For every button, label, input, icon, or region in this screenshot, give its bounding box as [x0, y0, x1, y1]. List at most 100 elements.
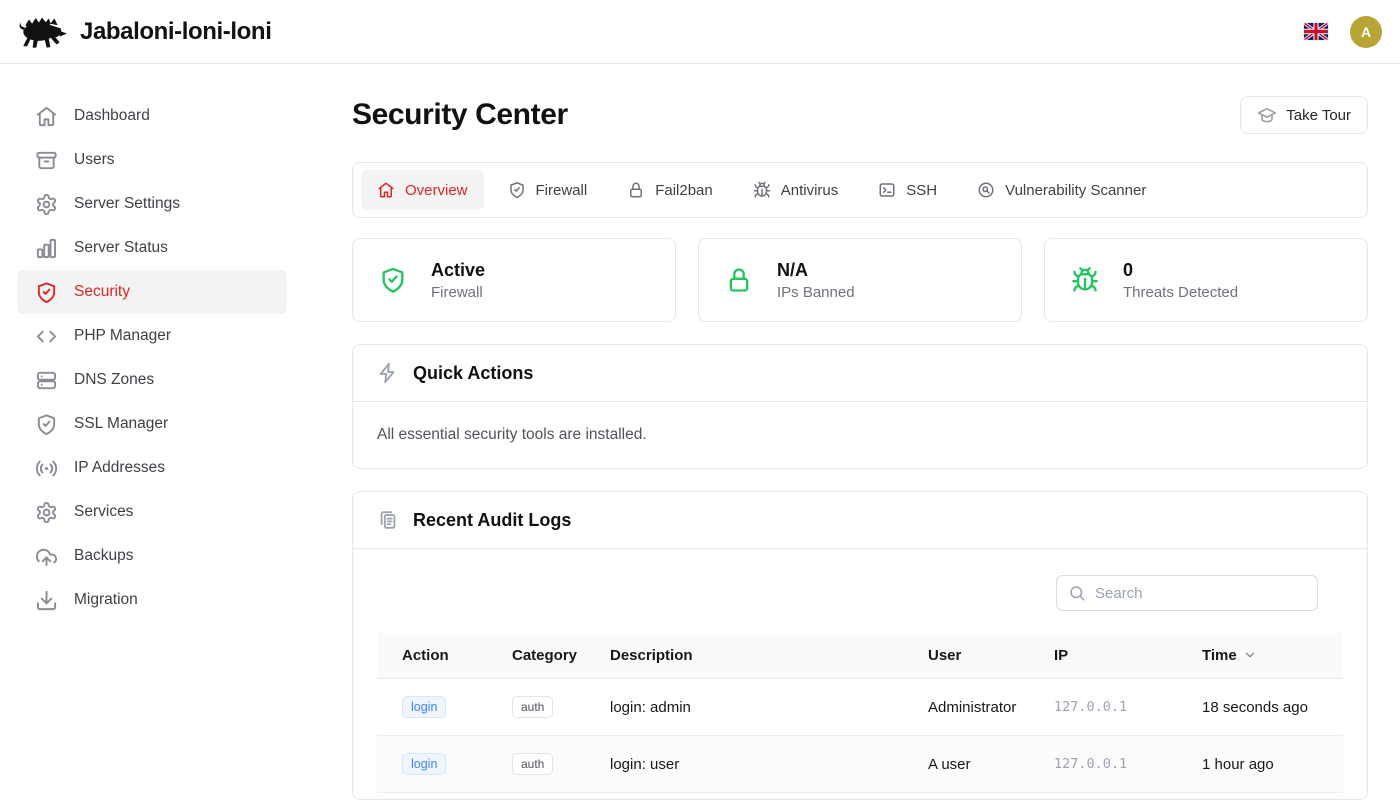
chevron-down-icon	[1243, 648, 1257, 662]
stat-label: Threats Detected	[1123, 284, 1238, 301]
bug-icon	[1071, 266, 1099, 294]
tab-fail2ban[interactable]: Fail2ban	[611, 170, 729, 210]
stat-value: N/A	[777, 260, 855, 281]
lock-icon	[725, 266, 753, 294]
sidebar-item-label: Services	[74, 503, 133, 521]
log-time: 1 hour ago	[1190, 736, 1343, 793]
shield-check-icon	[508, 181, 526, 199]
sidebar-item-services[interactable]: Services	[17, 490, 287, 534]
category-badge: auth	[512, 696, 553, 718]
table-row: login auth login: user A user 127.0.0.1 …	[377, 736, 1343, 793]
action-badge: login	[402, 753, 446, 775]
lock-icon	[627, 181, 645, 199]
brand[interactable]: Jabaloni-loni-loni	[16, 12, 271, 52]
sidebar-item-label: SSL Manager	[74, 415, 168, 433]
tab-firewall[interactable]: Firewall	[492, 170, 604, 210]
column-ip: IP	[1042, 633, 1190, 679]
take-tour-button[interactable]: Take Tour	[1240, 96, 1368, 134]
sidebar-item-php-manager[interactable]: PHP Manager	[17, 314, 287, 358]
user-avatar[interactable]: A	[1350, 16, 1382, 48]
sidebar-item-dns-zones[interactable]: DNS Zones	[17, 358, 287, 402]
column-category: Category	[500, 633, 598, 679]
sidebar-item-users[interactable]: Users	[17, 138, 287, 182]
tab-label: Antivirus	[781, 182, 839, 199]
audit-search-input[interactable]	[1056, 575, 1318, 611]
sidebar-item-label: IP Addresses	[74, 459, 165, 477]
sidebar-item-security[interactable]: Security	[17, 270, 287, 314]
sidebar-item-label: Users	[74, 151, 114, 169]
app-title: Jabaloni-loni-loni	[80, 18, 271, 46]
quick-actions-panel: Quick Actions All essential security too…	[352, 344, 1368, 469]
column-user: User	[916, 633, 1042, 679]
stat-label: IPs Banned	[777, 284, 855, 301]
tab-antivirus[interactable]: Antivirus	[737, 170, 855, 210]
table-header-row: Action Category Description User IP Time	[377, 633, 1343, 679]
bug-icon	[753, 181, 771, 199]
sidebar-item-label: Dashboard	[74, 107, 150, 125]
home-icon	[377, 181, 395, 199]
boar-logo-icon	[16, 12, 68, 52]
shield-check-icon	[35, 281, 58, 304]
zap-icon	[377, 362, 399, 384]
page-title: Security Center	[352, 98, 568, 132]
sidebar-item-label: Server Status	[74, 239, 168, 257]
cloud-upload-icon	[35, 545, 58, 568]
sidebar-item-server-status[interactable]: Server Status	[17, 226, 287, 270]
stat-cards: Active Firewall N/A IPs Banned 0 Threats…	[352, 238, 1368, 322]
sidebar-item-dashboard[interactable]: Dashboard	[17, 94, 287, 138]
tab-vulnerability-scanner[interactable]: Vulnerability Scanner	[961, 170, 1162, 210]
main-content: Security Center Take Tour Overview Firew…	[304, 64, 1400, 800]
log-user: Administrator	[916, 679, 1042, 736]
server-icon	[35, 369, 58, 392]
quick-actions-message: All essential security tools are install…	[353, 402, 1367, 468]
stat-label: Firewall	[431, 284, 485, 301]
tab-ssh[interactable]: SSH	[862, 170, 953, 210]
code-icon	[35, 325, 58, 348]
gear-icon	[35, 193, 58, 216]
tab-label: Fail2ban	[655, 182, 713, 199]
table-row: login auth login: admin Administrator 12…	[377, 679, 1343, 736]
log-description: login: user	[598, 736, 916, 793]
tab-overview[interactable]: Overview	[361, 170, 484, 210]
sidebar: Dashboard Users Server Settings Server S…	[0, 64, 304, 800]
sidebar-item-label: Security	[74, 283, 130, 301]
sidebar-item-label: Backups	[74, 547, 133, 565]
stat-card-firewall: Active Firewall	[352, 238, 676, 322]
stat-value: Active	[431, 260, 485, 281]
audit-logs-panel: Recent Audit Logs Action Category	[352, 491, 1368, 800]
archive-icon	[35, 149, 58, 172]
sidebar-item-ssl-manager[interactable]: SSL Manager	[17, 402, 287, 446]
tab-label: Overview	[405, 182, 468, 199]
log-user: A user	[916, 736, 1042, 793]
tab-label: Vulnerability Scanner	[1005, 182, 1146, 199]
terminal-icon	[878, 181, 896, 199]
bar-chart-icon	[35, 237, 58, 260]
search-circle-icon	[977, 181, 995, 199]
sidebar-item-label: Server Settings	[74, 195, 180, 213]
column-time-label: Time	[1202, 647, 1237, 664]
log-time: 18 seconds ago	[1190, 679, 1343, 736]
sidebar-item-ip-addresses[interactable]: IP Addresses	[17, 446, 287, 490]
stat-card-ips-banned: N/A IPs Banned	[698, 238, 1022, 322]
search-icon	[1068, 584, 1086, 602]
tab-label: SSH	[906, 182, 937, 199]
action-badge: login	[402, 696, 446, 718]
sidebar-item-label: Migration	[74, 591, 138, 609]
language-flag-icon[interactable]	[1304, 23, 1328, 40]
shield-check-icon	[379, 266, 407, 294]
sidebar-item-server-settings[interactable]: Server Settings	[17, 182, 287, 226]
sidebar-item-migration[interactable]: Migration	[17, 578, 287, 622]
category-badge: auth	[512, 753, 553, 775]
download-icon	[35, 589, 58, 612]
stat-value: 0	[1123, 260, 1238, 281]
sidebar-item-backups[interactable]: Backups	[17, 534, 287, 578]
log-description: login: admin	[598, 679, 916, 736]
take-tour-label: Take Tour	[1286, 107, 1351, 124]
audit-logs-table: Action Category Description User IP Time…	[377, 633, 1343, 799]
column-action: Action	[377, 633, 500, 679]
sidebar-item-label: DNS Zones	[74, 371, 154, 389]
column-time-sort[interactable]: Time	[1190, 633, 1343, 679]
log-ip: 127.0.0.1	[1042, 736, 1190, 793]
radio-icon	[35, 457, 58, 480]
tab-label: Firewall	[536, 182, 588, 199]
